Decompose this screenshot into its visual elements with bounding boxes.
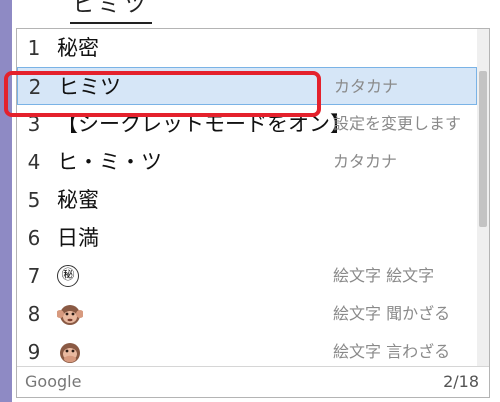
candidate-annotation: 絵文字 聞かざる [333, 304, 451, 323]
scrollbar-thumb[interactable] [479, 71, 487, 227]
candidate-text: 秘蜜 [57, 188, 99, 212]
hear-no-evil-monkey-icon [57, 305, 83, 325]
candidate-annotation: カタカナ [334, 77, 399, 96]
candidate-number: 5 [27, 188, 41, 212]
candidate-text: ㊙ [57, 257, 79, 295]
red-highlight-box [4, 71, 321, 117]
candidate-annotation: 設定を変更します [333, 114, 462, 133]
candidate-position-counter: 2/18 [443, 372, 479, 391]
ime-provider-label: Google [25, 372, 82, 391]
candidate-number: 7 [27, 264, 41, 288]
candidate-row-4[interactable]: 4 ヒ・ミ・ツ カタカナ [17, 143, 477, 181]
candidate-row-6[interactable]: 6 日満 [17, 219, 477, 257]
candidate-scrollbar[interactable] [477, 29, 489, 369]
candidate-text: 日満 [57, 226, 99, 250]
candidate-number: 1 [27, 36, 41, 60]
candidate-footer: Google 2/18 [17, 366, 489, 397]
candidate-number: 4 [27, 150, 41, 174]
candidate-row-8[interactable]: 8 絵文字 聞かざる [17, 295, 477, 333]
candidate-number: 8 [27, 302, 41, 326]
candidate-number: 6 [27, 226, 41, 250]
editor-edge [0, 0, 12, 402]
candidate-annotation: 絵文字 絵文字 [333, 266, 435, 285]
ime-screen: ヒミツ 1 秘密 2 ヒミツ カタカナ 3 【シークレットモードをオン】 設定を… [0, 0, 500, 402]
circled-secret-icon: ㊙ [57, 264, 79, 287]
composition-text: ヒミツ [70, 0, 153, 24]
candidate-row-5[interactable]: 5 秘蜜 [17, 181, 477, 219]
candidate-row-1[interactable]: 1 秘密 [17, 29, 477, 67]
candidate-text: ヒ・ミ・ツ [57, 150, 162, 174]
candidate-text: 秘密 [57, 36, 99, 60]
speak-no-evil-monkey-icon [60, 343, 80, 363]
composition-area: ヒミツ [12, 0, 500, 30]
candidate-annotation: カタカナ [333, 152, 398, 171]
candidate-row-7[interactable]: 7 ㊙ 絵文字 絵文字 [17, 257, 477, 295]
